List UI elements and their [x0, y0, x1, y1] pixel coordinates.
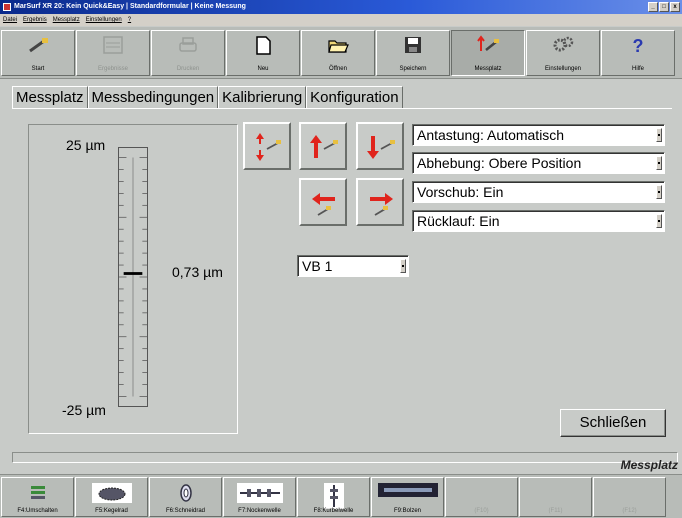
window-title: MarSurf XR 20: Kein Quick&Easy | Standar… — [14, 3, 246, 10]
title-bar: MarSurf XR 20: Kein Quick&Easy | Standar… — [0, 0, 682, 14]
printer-icon — [179, 37, 197, 52]
window-controls: _ □ x — [648, 2, 680, 12]
f10-button[interactable]: (F10) — [445, 477, 518, 517]
menu-ergebnis[interactable]: Ergebnis — [23, 14, 47, 26]
abhebung-value: Abhebung: Obere Position — [417, 155, 582, 171]
gauge-value-label: 0,73 µm — [172, 264, 223, 280]
tab-messplatz[interactable]: Messplatz — [12, 86, 88, 108]
svg-text:?: ? — [633, 36, 644, 55]
f7-camshaft-button[interactable]: F7:Nockenwelle — [223, 477, 296, 517]
lift-lower-arrows-icon — [256, 133, 281, 161]
arrow-up-icon — [310, 135, 338, 158]
gauge-indicator — [123, 272, 143, 275]
gauge-scale — [118, 147, 148, 407]
lift-lower-button[interactable] — [243, 122, 291, 170]
vb-select[interactable]: VB 1 — [297, 255, 409, 277]
arrow-down-icon — [367, 136, 395, 159]
f12-button[interactable]: (F12) — [593, 477, 666, 517]
menu-bar: Datei Ergebnis Messplatz Einstellungen ? — [0, 14, 682, 26]
toolbar: Start Ergebnisse Drucken Neu Öffnen Spei… — [0, 27, 682, 79]
gauge-min-label: -25 µm — [62, 402, 106, 418]
results-button[interactable]: Ergebnisse — [76, 30, 150, 76]
bolt-icon — [377, 483, 438, 497]
menu-datei[interactable]: Datei — [3, 14, 17, 26]
mode-bar: Messplatz — [0, 458, 682, 474]
maximize-button[interactable]: □ — [659, 2, 669, 12]
arrow-left-icon — [312, 193, 335, 216]
print-button[interactable]: Drucken — [151, 30, 225, 76]
vorschub-value: Vorschub: Ein — [417, 184, 504, 200]
antastung-value: Antastung: Automatisch — [417, 127, 565, 143]
new-document-icon — [256, 36, 271, 55]
probe-icon — [477, 35, 499, 51]
switch-icon — [30, 486, 45, 499]
f5-bevel-gear-button[interactable]: F5:Kegelrad — [75, 477, 148, 517]
abhebung-select[interactable]: Abhebung: Obere Position — [412, 152, 665, 174]
tab-bar: Messplatz Messbedingungen Kalibrierung K… — [12, 86, 403, 108]
function-key-bar: F4:Umschalten F5:Kegelrad F6:Schneidrad … — [0, 474, 682, 518]
gauge-max-label: 25 µm — [66, 137, 106, 153]
tab-divider — [12, 108, 672, 109]
f4-switch-button[interactable]: F4:Umschalten — [1, 477, 74, 517]
folder-open-icon — [328, 40, 349, 53]
start-icon — [29, 38, 48, 53]
menu-messplatz[interactable]: Messplatz — [53, 14, 80, 26]
move-right-button[interactable] — [356, 178, 404, 226]
new-button[interactable]: Neu — [226, 30, 300, 76]
bevel-gear-icon — [91, 483, 132, 503]
f11-button[interactable]: (F11) — [519, 477, 592, 517]
chevron-down-icon[interactable] — [656, 185, 662, 199]
tab-konfiguration[interactable]: Konfiguration — [306, 86, 403, 108]
save-disk-icon — [405, 37, 421, 53]
results-icon — [103, 36, 123, 54]
crankshaft-icon — [323, 483, 344, 509]
move-down-button[interactable] — [356, 122, 404, 170]
move-up-button[interactable] — [299, 122, 347, 170]
app-icon — [3, 3, 11, 11]
chevron-down-icon[interactable] — [656, 214, 662, 228]
arrow-right-icon — [370, 193, 393, 216]
open-button[interactable]: Öffnen — [301, 30, 375, 76]
chevron-down-icon[interactable] — [400, 259, 406, 273]
move-left-button[interactable] — [299, 178, 347, 226]
ruecklauf-select[interactable]: Rücklauf: Ein — [412, 210, 665, 232]
chevron-down-icon[interactable] — [656, 128, 662, 142]
f9-bolt-button[interactable]: F9:Bolzen — [371, 477, 444, 517]
save-button[interactable]: Speichern — [376, 30, 450, 76]
help-button[interactable]: ? Hilfe — [601, 30, 675, 76]
minimize-button[interactable]: _ — [648, 2, 658, 12]
settings-button[interactable]: Einstellungen — [526, 30, 600, 76]
menu-einstellungen[interactable]: Einstellungen — [86, 14, 122, 26]
settings-icon — [553, 36, 574, 52]
menu-help[interactable]: ? — [128, 14, 131, 26]
vb-value: VB 1 — [302, 258, 333, 274]
help-icon: ? — [633, 36, 644, 55]
camshaft-icon — [236, 483, 283, 503]
tab-kalibrierung[interactable]: Kalibrierung — [218, 86, 307, 108]
close-window-button[interactable]: x — [670, 2, 680, 12]
start-button[interactable]: Start — [1, 30, 75, 76]
measure-station-button[interactable]: Messplatz — [451, 30, 525, 76]
ruecklauf-value: Rücklauf: Ein — [417, 213, 500, 229]
mode-label: Messplatz — [620, 458, 678, 472]
f8-crankshaft-button[interactable]: F8:Kurbelwelle — [297, 477, 370, 517]
tab-messbedingungen[interactable]: Messbedingungen — [87, 86, 219, 108]
cutting-wheel-icon — [179, 484, 192, 502]
antastung-select[interactable]: Antastung: Automatisch — [412, 124, 665, 146]
close-button[interactable]: Schließen — [560, 409, 666, 437]
f6-cutting-wheel-button[interactable]: F6:Schneidrad — [149, 477, 222, 517]
status-bar — [12, 452, 678, 463]
vorschub-select[interactable]: Vorschub: Ein — [412, 181, 665, 203]
chevron-down-icon[interactable] — [656, 156, 662, 170]
